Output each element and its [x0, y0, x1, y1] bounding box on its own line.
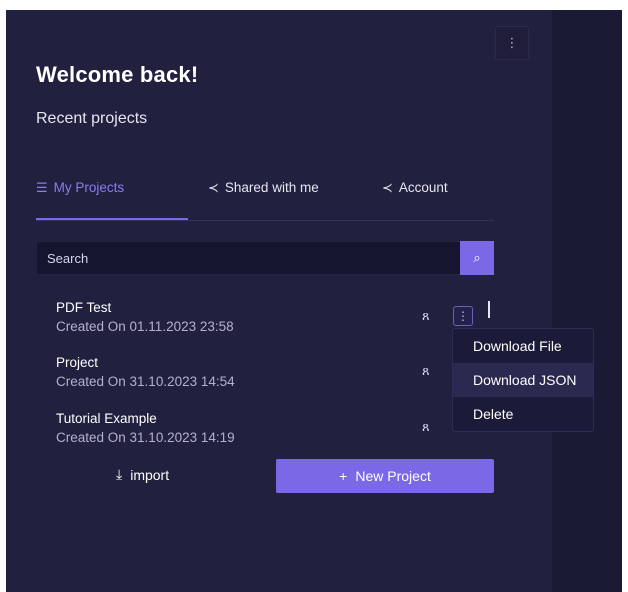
menu-item-download-json[interactable]: Download JSON: [453, 363, 593, 397]
project-created: Created On 31.10.2023 14:19: [56, 430, 235, 445]
project-name: Project: [56, 355, 99, 370]
project-tabs: ☰ My Projects ≺ Shared with me ≺ Account: [36, 180, 494, 221]
tab-label: Shared with me: [224, 180, 319, 195]
more-options-button[interactable]: ⋮: [495, 26, 529, 60]
share-icon: ≺: [382, 180, 393, 195]
search-icon: ⌕: [473, 250, 481, 265]
user-icon: ጸ: [422, 308, 430, 323]
search-bar: ⌕: [36, 241, 494, 275]
import-button[interactable]: ⤓ import: [116, 466, 169, 483]
tab-my-projects[interactable]: ☰ My Projects: [36, 180, 124, 220]
page-subtitle: Recent projects: [36, 110, 148, 127]
tab-label: My Projects: [53, 180, 125, 195]
text-cursor: [488, 301, 490, 318]
project-created: Created On 31.10.2023 14:54: [56, 374, 235, 389]
side-strip: [552, 10, 622, 592]
tab-shared-with-me[interactable]: ≺ Shared with me: [208, 180, 319, 220]
list-icon: ☰: [36, 180, 48, 195]
kebab-icon: ⋮: [505, 35, 519, 50]
menu-item-download-file[interactable]: Download File: [453, 329, 593, 363]
import-label: import: [130, 466, 170, 483]
page-title: Welcome back!: [36, 62, 199, 87]
project-item[interactable]: Project Created On 31.10.2023 14:54 ጸ: [56, 355, 476, 399]
project-context-menu: Download File Download JSON Delete: [452, 328, 594, 432]
project-item[interactable]: PDF Test Created On 01.11.2023 23:58 ጸ: [56, 300, 476, 344]
user-icon: ጸ: [422, 419, 430, 434]
search-button[interactable]: ⌕: [460, 241, 494, 275]
search-input[interactable]: [37, 242, 461, 274]
project-created: Created On 01.11.2023 23:58: [56, 319, 234, 334]
tab-label: Account: [398, 180, 448, 195]
project-item[interactable]: Tutorial Example Created On 31.10.2023 1…: [56, 411, 476, 455]
kebab-icon: ⋮: [457, 309, 469, 323]
project-name: Tutorial Example: [56, 411, 157, 426]
menu-item-delete[interactable]: Delete: [453, 397, 593, 431]
import-icon: ⤓: [116, 466, 123, 482]
project-menu-button[interactable]: ⋮: [453, 306, 473, 326]
user-icon: ጸ: [422, 363, 430, 378]
tab-account[interactable]: ≺ Account: [382, 180, 448, 220]
new-project-label: New Project: [355, 468, 431, 484]
share-icon: ≺: [208, 180, 219, 195]
active-tab-indicator: [36, 218, 188, 220]
plus-icon: +: [339, 468, 348, 484]
project-name: PDF Test: [56, 300, 112, 315]
new-project-button[interactable]: + New Project: [276, 459, 494, 493]
